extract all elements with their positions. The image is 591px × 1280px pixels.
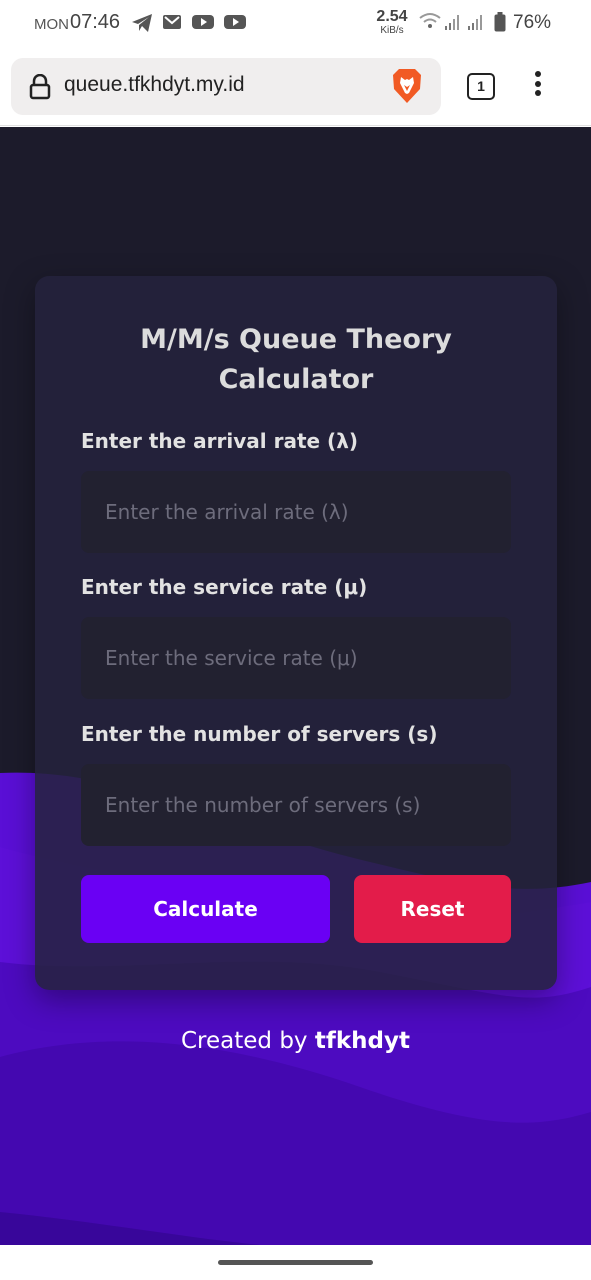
lock-icon[interactable] [29,73,51,104]
navigation-bar [0,1245,591,1280]
home-indicator[interactable] [218,1260,373,1265]
wifi-icon [419,12,441,34]
service-rate-input[interactable] [81,617,511,699]
reset-button[interactable]: Reset [354,875,511,943]
network-speed-value: 2.54 [376,8,408,25]
youtube-icon [224,13,246,35]
calculate-button[interactable]: Calculate [81,875,330,943]
page-title: M/M/s Queue Theory Calculator [35,320,557,400]
title-line-1: M/M/s Queue Theory [140,324,452,355]
service-rate-label: Enter the service rate (μ) [81,575,368,599]
servers-input[interactable] [81,764,511,846]
battery-icon [494,12,506,36]
tabs-icon[interactable]: 1 [467,73,495,100]
status-bar: MON 07:46 2.54 KiB/s 76% [0,0,591,46]
address-bar[interactable]: queue.tfkhdyt.my.id [11,58,441,115]
signal-icon [467,13,485,35]
arrival-rate-input[interactable] [81,471,511,553]
url-text[interactable]: queue.tfkhdyt.my.id [64,73,245,97]
browser-toolbar: queue.tfkhdyt.my.id 1 [0,46,591,126]
gmail-icon [162,13,182,35]
youtube-icon [192,13,214,35]
title-line-2: Calculator [218,364,374,395]
status-time: 07:46 [70,11,121,33]
calculator-card: M/M/s Queue Theory Calculator Enter the … [35,276,557,990]
footer-credit: Created by tfkhdyt [0,1028,591,1054]
battery-percent: 76% [513,12,552,33]
footer-author-link[interactable]: tfkhdyt [315,1028,410,1054]
arrival-rate-label: Enter the arrival rate (λ) [81,429,358,453]
page-background: M/M/s Queue Theory Calculator Enter the … [0,127,591,1245]
brave-lion-icon[interactable] [390,67,424,109]
footer-prefix: Created by [181,1028,308,1054]
network-speed: 2.54 KiB/s [373,9,411,36]
signal-icon [444,13,462,35]
telegram-icon [131,13,153,37]
more-vert-icon[interactable] [528,71,548,103]
status-day: MON [34,16,69,33]
network-speed-unit: KiB/s [380,25,404,36]
servers-label: Enter the number of servers (s) [81,722,438,746]
